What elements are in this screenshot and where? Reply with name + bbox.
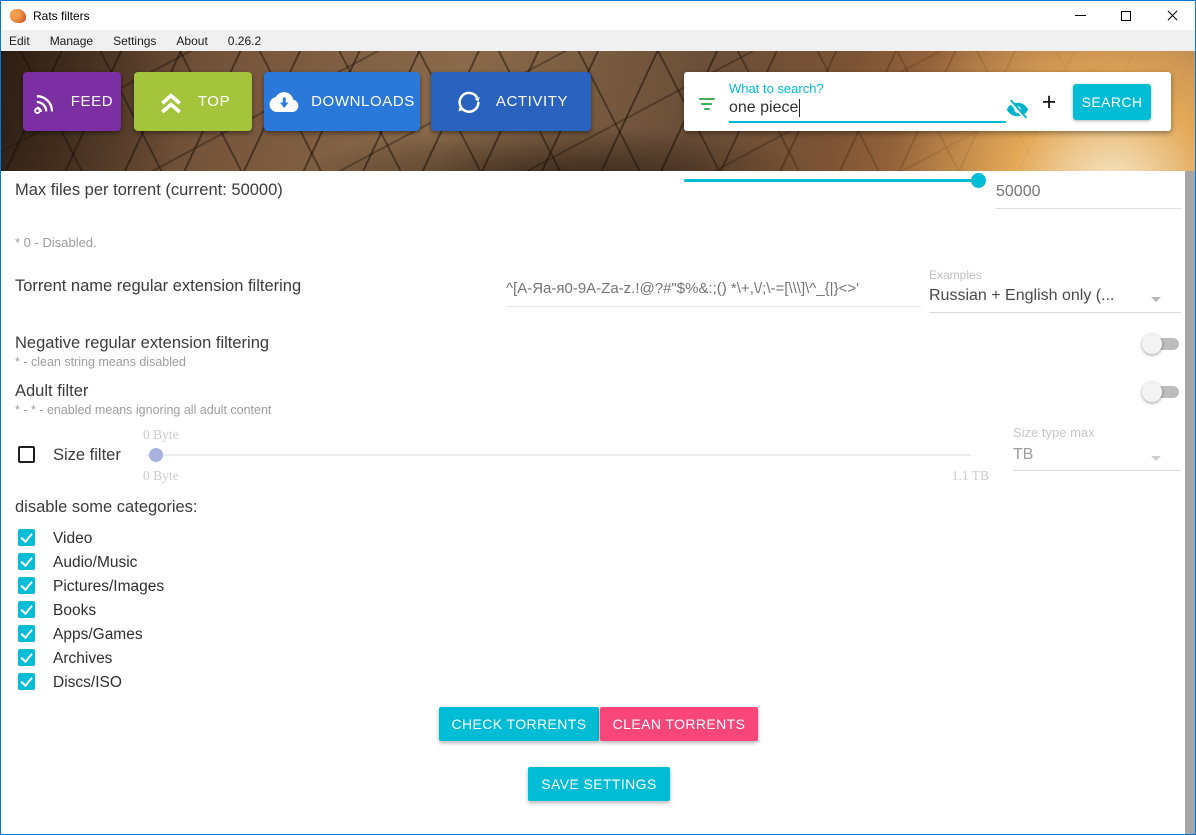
adult-filter-toggle-thumb[interactable] xyxy=(1142,382,1162,402)
size-min-label-top: 0 Byte xyxy=(143,427,179,443)
maximize-icon xyxy=(1121,11,1131,21)
categories-heading: disable some categories: xyxy=(15,498,198,517)
name-regex-input[interactable]: ^[А-Яа-я0-9A-Za-z.!@?#"$%&:;() *\+,\/;\-… xyxy=(506,280,921,297)
chevron-down-icon[interactable] xyxy=(1151,456,1161,461)
max-files-slider[interactable] xyxy=(684,179,981,182)
examples-underline xyxy=(929,312,1181,313)
feed-button-label: FEED xyxy=(71,93,113,110)
search-input-underline xyxy=(729,121,1006,123)
negative-regex-note: * - clean string means disabled xyxy=(15,355,186,369)
category-label-discs: Discs/ISO xyxy=(53,674,122,692)
rat-app-icon xyxy=(10,9,26,23)
clean-torrents-button[interactable]: CLEAN TORRENTS xyxy=(600,707,758,741)
category-checkbox-discs[interactable] xyxy=(18,673,35,690)
menu-manage[interactable]: Manage xyxy=(40,34,103,48)
top-button-label: TOP xyxy=(198,93,230,110)
name-regex-label: Torrent name regular extension filtering xyxy=(15,277,301,296)
window-controls xyxy=(1057,1,1195,30)
category-label-video: Video xyxy=(53,530,92,548)
search-panel: What to search? one piece + SEARCH xyxy=(684,72,1171,131)
size-max-label: 1.1 TB xyxy=(929,468,989,484)
close-icon xyxy=(1166,9,1179,22)
examples-select[interactable]: Russian + English only (... xyxy=(929,287,1159,305)
check-torrents-button[interactable]: CHECK TORRENTS xyxy=(439,707,599,741)
search-input[interactable]: one piece xyxy=(729,99,800,117)
size-type-label: Size type max xyxy=(1013,425,1095,440)
max-files-slider-thumb[interactable] xyxy=(971,173,986,188)
size-filter-label: Size filter xyxy=(53,446,121,465)
category-checkbox-video[interactable] xyxy=(18,529,35,546)
max-files-note: * 0 - Disabled. xyxy=(15,235,97,250)
downloads-button-label: DOWNLOADS xyxy=(311,93,415,110)
size-type-select[interactable]: TB xyxy=(1013,446,1033,464)
text-caret xyxy=(799,99,800,117)
cloud-download-icon xyxy=(269,89,299,115)
size-type-underline xyxy=(1013,470,1181,471)
minimize-button[interactable] xyxy=(1057,1,1103,30)
downloads-button[interactable]: DOWNLOADS xyxy=(264,72,420,131)
category-checkbox-audio[interactable] xyxy=(18,553,35,570)
rss-feed-icon xyxy=(31,88,59,116)
size-filter-checkbox[interactable] xyxy=(18,446,35,463)
size-min-label-bottom: 0 Byte xyxy=(143,468,179,484)
max-files-input[interactable]: 50000 xyxy=(996,183,1182,201)
close-button[interactable] xyxy=(1149,1,1195,30)
max-files-label: Max files per torrent (current: 50000) xyxy=(15,181,283,200)
category-label-apps: Apps/Games xyxy=(53,626,143,644)
examples-label: Examples xyxy=(929,268,982,282)
category-checkbox-archives[interactable] xyxy=(18,649,35,666)
refresh-circle-icon xyxy=(454,87,484,117)
chevron-down-icon[interactable] xyxy=(1151,297,1161,302)
adult-filter-note: * - * - enabled means ignoring all adult… xyxy=(15,403,271,417)
max-files-input-underline xyxy=(996,208,1182,209)
search-input-value: one piece xyxy=(729,99,798,117)
negative-regex-toggle-thumb[interactable] xyxy=(1142,334,1162,354)
menu-bar: Edit Manage Settings About 0.26.2 xyxy=(1,30,1195,51)
category-label-pictures: Pictures/Images xyxy=(53,578,164,596)
activity-button[interactable]: ACTIVITY xyxy=(431,72,591,131)
minimize-icon xyxy=(1075,15,1086,16)
settings-page: Max files per torrent (current: 50000) 5… xyxy=(1,171,1195,834)
maximize-button[interactable] xyxy=(1103,1,1149,30)
category-checkbox-apps[interactable] xyxy=(18,625,35,642)
adult-filter-label: Adult filter xyxy=(15,382,88,401)
search-label: What to search? xyxy=(729,81,824,96)
version-label: 0.26.2 xyxy=(218,34,271,48)
category-label-archives: Archives xyxy=(53,650,112,668)
size-slider-thumb[interactable] xyxy=(149,448,163,462)
top-button[interactable]: TOP xyxy=(134,72,252,131)
vertical-scrollbar[interactable] xyxy=(1185,171,1195,834)
double-chevron-up-icon xyxy=(156,87,186,117)
size-slider[interactable] xyxy=(146,454,971,456)
plus-icon[interactable]: + xyxy=(1036,90,1062,116)
category-label-books: Books xyxy=(53,602,96,620)
feed-button[interactable]: FEED xyxy=(23,72,121,131)
menu-edit[interactable]: Edit xyxy=(9,34,40,48)
search-button[interactable]: SEARCH xyxy=(1073,84,1151,120)
activity-button-label: ACTIVITY xyxy=(496,93,568,110)
save-settings-button[interactable]: SAVE SETTINGS xyxy=(528,767,670,801)
eye-off-icon[interactable] xyxy=(1004,97,1031,127)
category-checkbox-pictures[interactable] xyxy=(18,577,35,594)
filter-icon xyxy=(699,98,715,110)
category-label-audio: Audio/Music xyxy=(53,554,137,572)
menu-settings[interactable]: Settings xyxy=(103,34,166,48)
app-window: Rats filters Edit Manage Settings About … xyxy=(0,0,1196,835)
negative-regex-label: Negative regular extension filtering xyxy=(15,334,269,353)
name-regex-underline xyxy=(506,306,921,307)
header-banner: FEED TOP DOWNLOADS ACTIVITY What to sear… xyxy=(1,51,1195,171)
window-title: Rats filters xyxy=(33,9,90,23)
category-checkbox-books[interactable] xyxy=(18,601,35,618)
titlebar: Rats filters xyxy=(1,1,1195,30)
menu-about[interactable]: About xyxy=(166,34,217,48)
